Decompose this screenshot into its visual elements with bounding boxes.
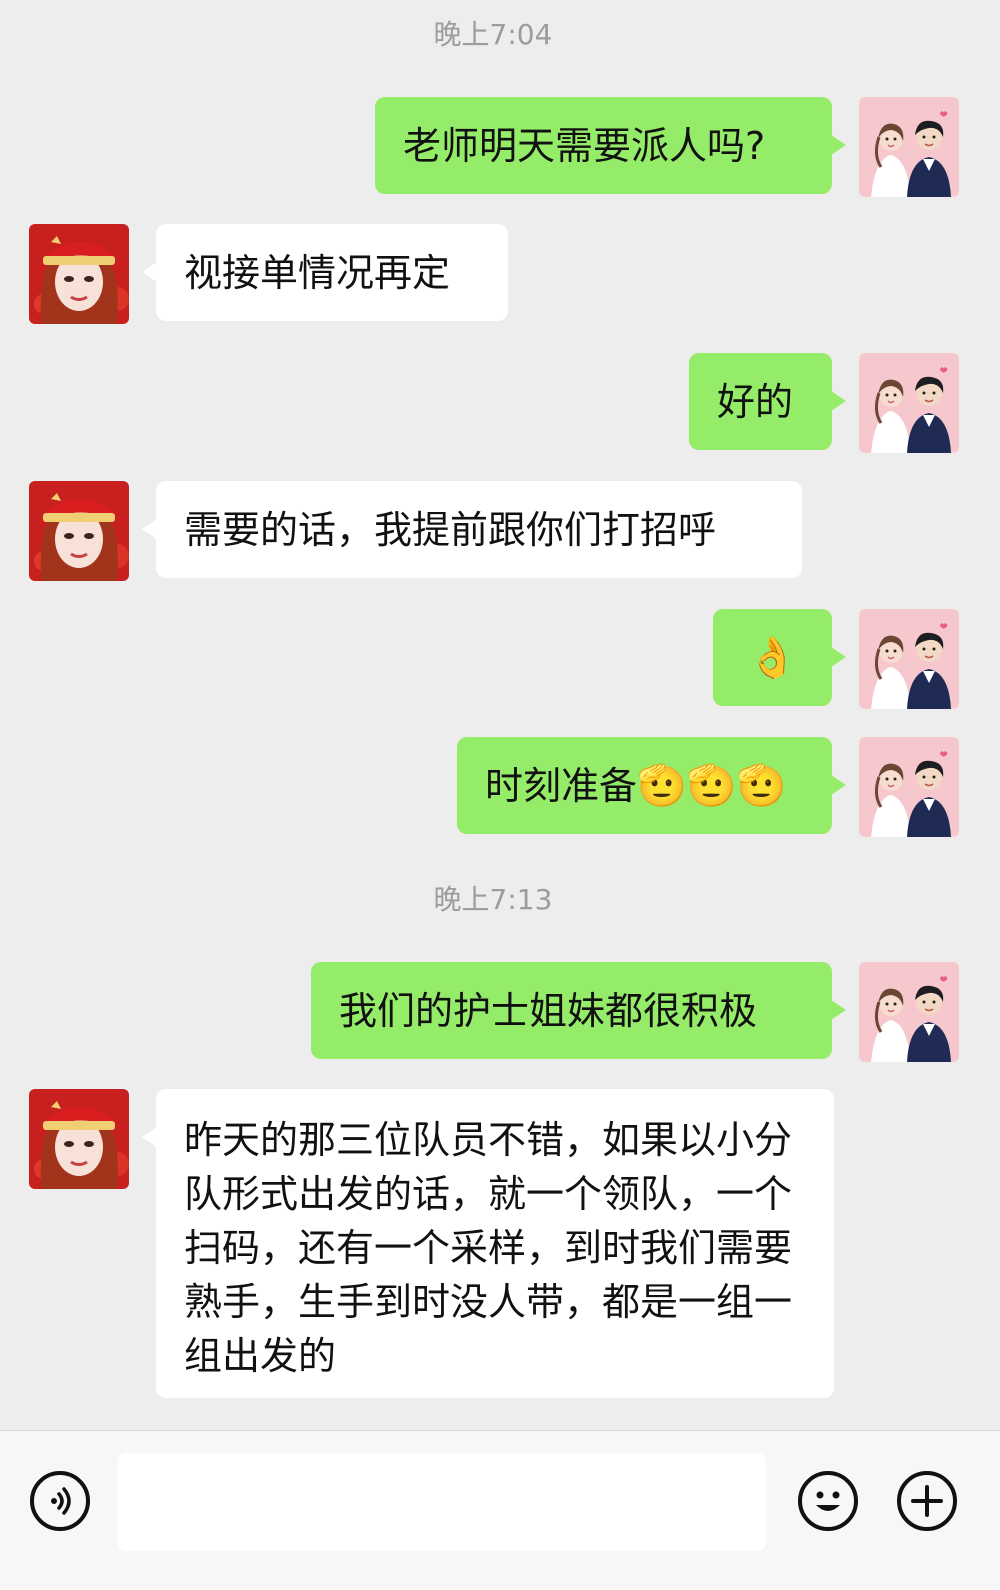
message-text: 视接单情况再定	[184, 251, 451, 295]
message-bubble-sent[interactable]: 时刻准备🫡🫡🫡	[457, 737, 846, 834]
voice-icon	[51, 1487, 71, 1515]
salute-emoji: 🫡🫡🫡	[637, 763, 787, 809]
more-button[interactable]	[897, 1471, 957, 1531]
contact-avatar[interactable]	[29, 1089, 129, 1189]
message-text: 老师明天需要派人吗?	[403, 124, 766, 168]
contact-avatar[interactable]	[29, 481, 129, 581]
message-bubble-sent[interactable]: 好的	[689, 353, 846, 450]
plus-icon	[911, 1485, 943, 1517]
message-bubble-sent[interactable]: 我们的护士姐妹都很积极	[311, 962, 846, 1059]
my-avatar[interactable]	[859, 97, 959, 197]
my-avatar[interactable]	[859, 353, 959, 453]
message-text: 需要的话，我提前跟你们打招呼	[184, 508, 717, 552]
my-avatar[interactable]	[859, 737, 959, 837]
message-text: 昨天的那三位队员不错，如果以小分队形式出发的话，就一个领队，一个扫码，还有一个采…	[184, 1118, 793, 1378]
message-bubble-received[interactable]: 视接单情况再定	[142, 224, 508, 321]
emoji-button[interactable]	[798, 1471, 858, 1531]
ok-hand-emoji: 👌	[747, 635, 798, 681]
message-input[interactable]	[118, 1453, 766, 1551]
message-bubble-received[interactable]: 需要的话，我提前跟你们打招呼	[142, 481, 802, 578]
emoji-face-icon	[816, 1491, 840, 1511]
my-avatar[interactable]	[859, 609, 959, 709]
message-bubble-received[interactable]: 昨天的那三位队员不错，如果以小分队形式出发的话，就一个领队，一个扫码，还有一个采…	[142, 1089, 834, 1398]
voice-button[interactable]	[30, 1471, 90, 1531]
message-bubble-sent[interactable]: 👌	[713, 609, 846, 706]
timestamp: 晚上7:04	[433, 18, 553, 51]
message-bubble-sent[interactable]: 老师明天需要派人吗?	[375, 97, 846, 194]
message-text: 时刻准备	[485, 764, 638, 808]
my-avatar[interactable]	[859, 962, 959, 1062]
contact-avatar[interactable]	[29, 224, 129, 324]
timestamp: 晚上7:13	[433, 883, 553, 916]
message-text: 好的	[717, 380, 794, 424]
message-text: 我们的护士姐妹都很积极	[339, 989, 758, 1033]
chat-input-bar	[0, 1430, 1000, 1590]
